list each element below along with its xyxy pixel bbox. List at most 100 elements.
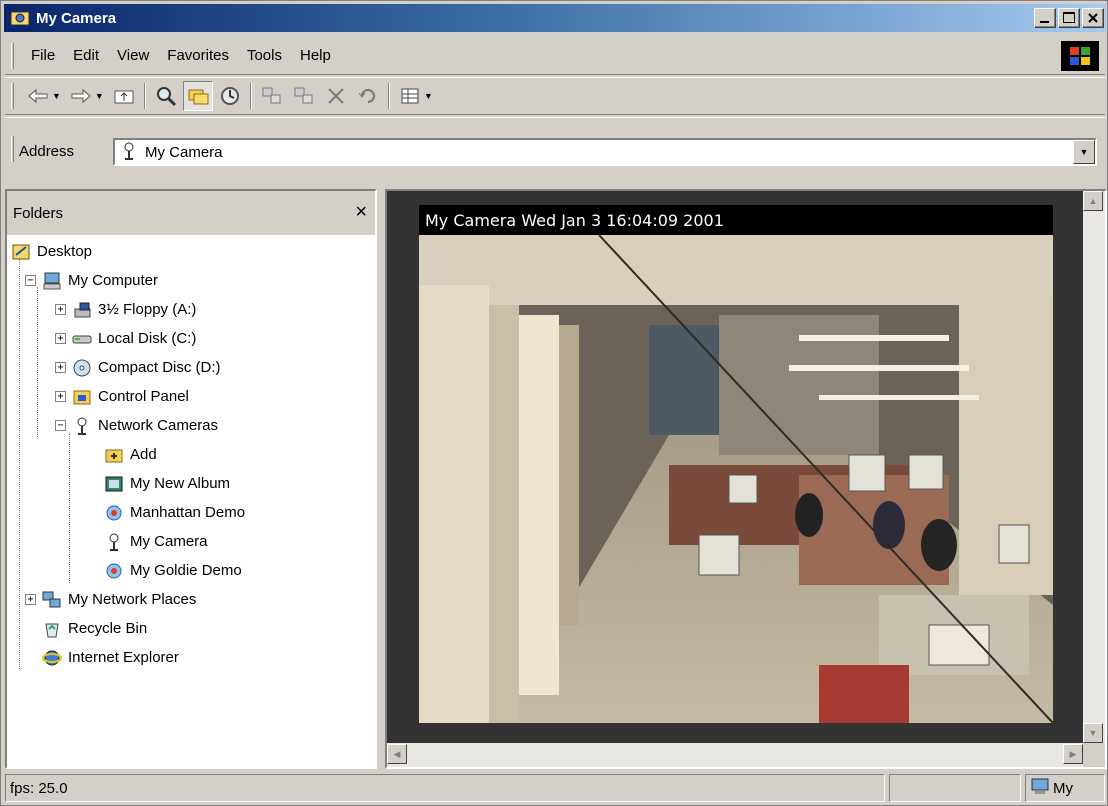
tree-item-recycle-bin[interactable]: Recycle Bin — [25, 614, 147, 643]
title-bar[interactable]: My Camera — [4, 4, 1106, 32]
tree-item-local-disk-c[interactable]: + Local Disk (C:) — [55, 324, 196, 353]
menu-help[interactable]: Help — [291, 47, 340, 64]
network-camera-icon — [72, 416, 92, 436]
close-button[interactable] — [1082, 8, 1104, 28]
tree-item-my-new-album[interactable]: My New Album — [87, 469, 230, 498]
move-to-icon[interactable] — [257, 81, 287, 111]
forward-icon[interactable] — [66, 81, 96, 111]
internet-explorer-icon — [42, 648, 62, 668]
tree-item-internet-explorer[interactable]: Internet Explorer — [25, 643, 179, 672]
address-bar: Address My Camera ▼ — [5, 117, 1105, 183]
tree-item-control-panel[interactable]: + Control Panel — [55, 382, 189, 411]
vertical-scrollbar[interactable]: ▲ ▼ — [1083, 191, 1105, 743]
tree-item-label: 3½ Floppy (A:) — [98, 301, 197, 318]
tree-item-label: Manhattan Demo — [130, 504, 246, 521]
maximize-button[interactable] — [1058, 8, 1080, 28]
explorer-window: My Camera File Edit View Favorites Tools… — [0, 0, 1108, 806]
scroll-right-icon[interactable]: ▶ — [1063, 744, 1083, 764]
scroll-left-icon[interactable]: ◀ — [387, 744, 407, 764]
copy-to-icon[interactable] — [289, 81, 319, 111]
back-dropdown-icon[interactable]: ▼ — [52, 91, 61, 101]
network-places-icon — [42, 590, 62, 610]
tree-item-manhattan-demo[interactable]: Manhattan Demo — [87, 498, 245, 527]
address-dropdown-icon[interactable]: ▼ — [1073, 140, 1095, 164]
expand-icon[interactable]: + — [25, 594, 36, 605]
views-dropdown-icon[interactable]: ▼ — [424, 91, 433, 101]
camera-timestamp: My Camera Wed Jan 3 16:04:09 2001 — [419, 205, 1053, 235]
tree-item-my-camera[interactable]: My Camera — [87, 527, 208, 556]
tree-item-my-goldie-demo[interactable]: My Goldie Demo — [87, 556, 242, 585]
tree-item-label: Add — [130, 446, 157, 463]
tree-item-add[interactable]: Add — [87, 440, 157, 469]
camera-window-icon — [10, 9, 30, 27]
menu-favorites[interactable]: Favorites — [158, 47, 238, 64]
menu-edit[interactable]: Edit — [64, 47, 108, 64]
scrollbar-corner — [1083, 743, 1105, 767]
status-fps: fps: 25.0 — [5, 774, 885, 802]
menu-tools[interactable]: Tools — [238, 47, 291, 64]
computer-icon — [1030, 777, 1050, 799]
horizontal-scrollbar[interactable]: ◀ ▶ — [387, 743, 1083, 767]
tree-item-compact-disc-d[interactable]: + Compact Disc (D:) — [55, 353, 221, 382]
views-icon[interactable] — [395, 81, 425, 111]
toolbar-separator — [249, 83, 252, 109]
tree-item-desktop[interactable]: Desktop — [11, 237, 92, 266]
collapse-icon[interactable]: − — [55, 420, 66, 431]
tree-item-3-floppy-a[interactable]: +3½ Floppy (A:) — [55, 295, 196, 324]
status-bar: fps: 25.0 My — [5, 774, 1105, 804]
status-pane-blank — [889, 774, 1021, 802]
camera-icon — [104, 532, 124, 552]
album-icon — [104, 474, 124, 494]
folders-header: Folders × — [7, 191, 375, 235]
desktop-icon — [11, 242, 31, 262]
tree-item-label: Desktop — [37, 243, 93, 260]
folders-icon[interactable] — [182, 81, 213, 111]
history-icon[interactable] — [215, 81, 245, 111]
expand-icon[interactable]: + — [55, 333, 66, 344]
expand-icon[interactable]: + — [55, 362, 66, 373]
camera-demo-icon — [104, 561, 124, 581]
standard-toolbar: ▼ ▼ ▼ — [5, 77, 1105, 115]
forward-dropdown-icon[interactable]: ▼ — [95, 91, 104, 101]
addressbar-grip — [11, 136, 14, 162]
tree-item-label: Internet Explorer — [68, 649, 179, 666]
close-pane-icon[interactable]: × — [355, 201, 367, 224]
undo-icon[interactable] — [353, 81, 383, 111]
tree-item-label: My New Album — [130, 475, 231, 492]
up-folder-icon[interactable] — [109, 81, 139, 111]
tree-connector — [37, 287, 38, 437]
toolbar-grip — [11, 83, 14, 109]
collapse-icon[interactable]: − — [25, 275, 36, 286]
expand-icon[interactable]: + — [55, 391, 66, 402]
tree-item-my-network-places[interactable]: + My Network Places — [25, 585, 196, 614]
camera-image: My Camera Wed Jan 3 16:04:09 2001 — [419, 205, 1053, 723]
expand-icon[interactable]: + — [55, 304, 66, 315]
search-icon[interactable] — [151, 81, 181, 111]
tree-item-label: My Camera — [130, 533, 208, 550]
back-icon[interactable] — [23, 81, 53, 111]
menu-bar: File Edit View Favorites Tools Help — [5, 37, 1105, 75]
windows-logo-icon — [1061, 41, 1099, 71]
folders-pane: Folders × Desktop − My Computer +3½ Floppy … — [5, 189, 377, 769]
delete-icon[interactable] — [321, 81, 351, 111]
scroll-up-icon[interactable]: ▲ — [1083, 191, 1103, 211]
tree-item-network-cameras[interactable]: − Network Cameras — [55, 411, 218, 440]
scroll-down-icon[interactable]: ▼ — [1083, 723, 1103, 743]
tree-item-label: My Computer — [68, 272, 159, 289]
toolbar-separator — [143, 83, 146, 109]
camera-demo-icon — [104, 503, 124, 523]
floppy-icon — [72, 300, 92, 320]
tree-item-label: Network Cameras — [98, 417, 219, 434]
minimize-button[interactable] — [1034, 8, 1056, 28]
toolbar-separator — [387, 83, 390, 109]
tree-connector — [69, 433, 70, 583]
recycle-bin-icon — [42, 619, 62, 639]
tree-item-label: Local Disk (C:) — [98, 330, 197, 347]
network-camera-icon — [119, 141, 139, 164]
address-field[interactable]: My Camera ▼ — [113, 138, 1097, 166]
menu-file[interactable]: File — [22, 47, 64, 64]
control-panel-icon — [72, 387, 92, 407]
menu-view[interactable]: View — [108, 47, 158, 64]
tree-item-label: My Network Places — [68, 591, 197, 608]
tree-item-my-computer[interactable]: − My Computer — [25, 266, 158, 295]
